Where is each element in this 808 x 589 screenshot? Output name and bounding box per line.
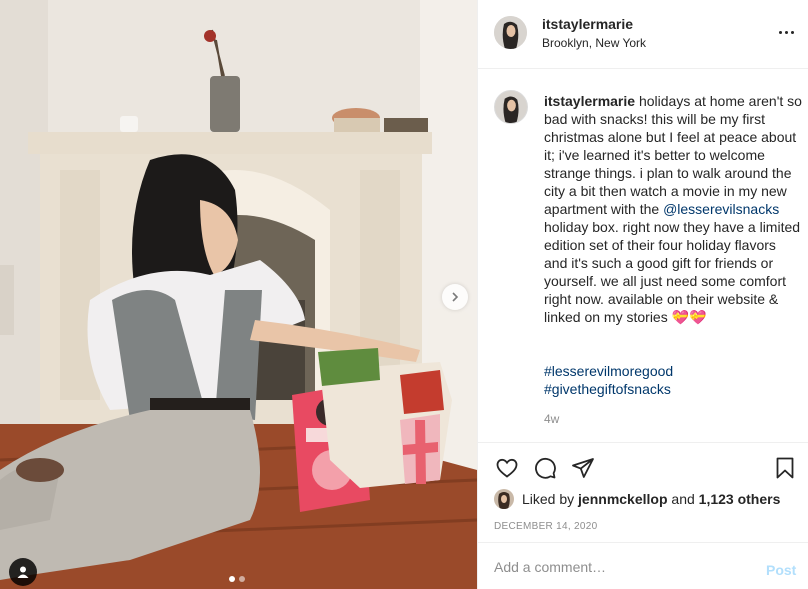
post-photo [0,0,477,589]
author-avatar[interactable] [494,16,527,49]
tagged-users-button[interactable] [9,558,37,586]
likes-count-link[interactable]: 1,123 others [699,491,781,507]
hashtags: #lesserevilmoregood #givethegiftofsnacks [544,362,673,398]
comment-icon [535,457,556,479]
save-button[interactable] [772,455,798,481]
next-slide-button[interactable] [442,284,468,310]
comment-bar: Post [478,542,808,589]
post-location[interactable]: Brooklyn, New York [542,36,646,50]
comment-input[interactable] [494,556,744,578]
avatar-image [494,489,514,509]
paper-plane-icon [572,458,594,478]
post-header: itstaylermarie Brooklyn, New York [478,0,808,69]
instagram-post: itstaylermarie Brooklyn, New York itstay… [0,0,808,589]
post-actions: Liked by jennmckellop and 1,123 others D… [478,442,808,542]
bookmark-icon [776,457,794,479]
share-button[interactable] [570,455,596,481]
likes-summary: Liked by jennmckellop and 1,123 others [494,489,780,509]
caption-text: holidays at home aren't so bad with snac… [544,93,802,217]
liker-avatar[interactable] [494,489,514,509]
dot [785,30,788,34]
caption-username[interactable]: itstaylermarie [544,93,635,109]
caption-mention-link[interactable]: @lesserevilsnacks [663,201,779,217]
post-date[interactable]: DECEMBER 14, 2020 [494,521,597,532]
user-tag-icon [17,566,29,578]
likes-connector: and [671,491,695,507]
carousel-indicator [229,576,245,582]
post-media[interactable] [0,0,477,589]
more-options-icon [779,30,782,34]
avatar-image [495,91,527,123]
dot [791,30,794,34]
hashtag-link[interactable]: #givethegiftofsnacks [544,381,671,397]
like-button[interactable] [494,455,520,481]
hashtag-link[interactable]: #lesserevilmoregood [544,363,673,379]
post-caption: itstaylermarie holidays at home aren't s… [544,92,802,326]
caption-text-continued: holiday box. right now they have a limit… [544,219,801,325]
carousel-dot-active [229,576,235,582]
liked-by-label: Liked by [522,491,575,507]
comment-button[interactable] [532,455,558,481]
liker-username[interactable]: jennmckellop [578,491,667,507]
avatar-image [494,16,527,49]
caption-author-avatar[interactable] [494,90,528,124]
more-options-button[interactable] [779,24,799,40]
chevron-right-icon [452,292,459,302]
author-username[interactable]: itstaylermarie [542,16,633,32]
heart-icon [496,458,518,478]
post-comment-button[interactable]: Post [766,562,796,578]
carousel-dot [239,576,245,582]
post-side-panel: itstaylermarie Brooklyn, New York itstay… [477,0,808,589]
caption-area: itstaylermarie holidays at home aren't s… [478,70,808,442]
caption-timestamp[interactable]: 4w [544,412,559,426]
